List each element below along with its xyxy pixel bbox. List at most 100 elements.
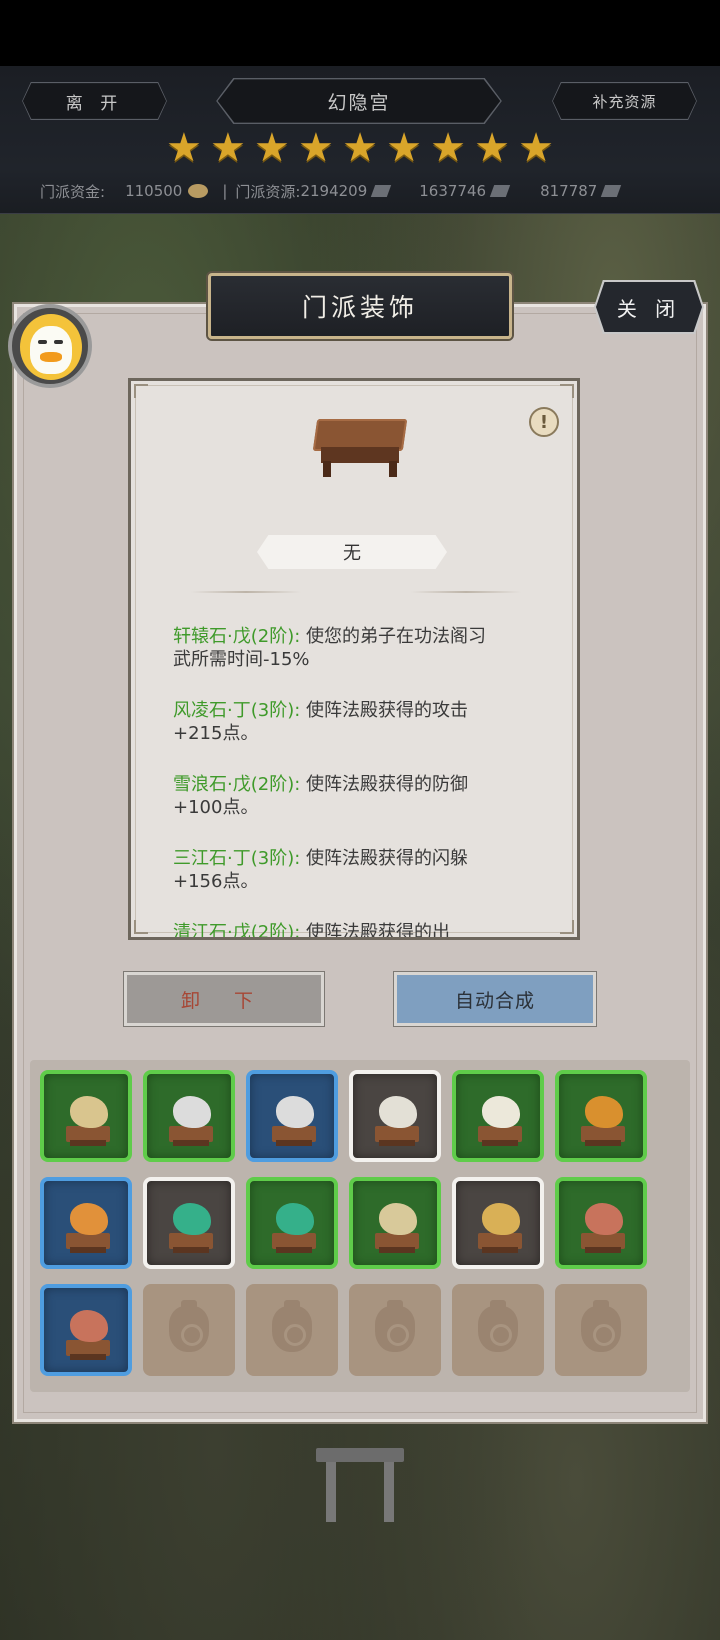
star-icon: ★ — [430, 125, 466, 171]
stone-slot[interactable] — [349, 1070, 441, 1162]
coin-icon — [188, 184, 209, 198]
stone-icon — [482, 1096, 520, 1128]
stand-icon — [375, 1233, 419, 1253]
stone-icon — [379, 1096, 417, 1128]
auto-synthesize-button[interactable]: 自动合成 — [393, 971, 597, 1027]
star-icon: ★ — [474, 125, 510, 171]
stone-icon — [173, 1203, 211, 1235]
effect-item: 三江石·丁(3阶): 使阵法殿获得的闪躲+156点。 — [173, 847, 503, 893]
resource-row: 门派资金: 110500 | 门派资源: 2194209 1637746 817… — [40, 178, 700, 204]
stone-slot[interactable] — [143, 1070, 235, 1162]
money-bag-icon — [272, 1300, 312, 1352]
stone-slot[interactable] — [40, 1177, 132, 1269]
effect-item: 清江石·戊(2阶): 使阵法殿获得的出 — [173, 921, 503, 940]
stone-icon — [482, 1203, 520, 1235]
stand-icon — [581, 1233, 625, 1253]
stone-inventory-grid — [30, 1060, 690, 1392]
corner-ornament — [560, 920, 574, 934]
stone-icon — [585, 1203, 623, 1235]
effect-list[interactable]: 轩辕石·戊(2阶): 使您的弟子在功法阁习武所需时间-15% 风凌石·丁(3阶):… — [173, 625, 503, 940]
sect-gate-building — [316, 1448, 404, 1528]
stone-icon — [585, 1096, 623, 1128]
stand-icon — [581, 1126, 625, 1146]
sword-icon — [489, 185, 511, 197]
empty-slot[interactable] — [246, 1284, 338, 1376]
funds-label: 门派资金: — [40, 182, 106, 201]
stone-icon — [173, 1096, 211, 1128]
ore-icon — [601, 185, 622, 197]
gate-post — [326, 1462, 336, 1522]
leave-button[interactable]: 离 开 — [22, 82, 167, 120]
star-icon: ★ — [166, 125, 202, 171]
funds-value: 110500 — [125, 182, 183, 200]
stand-icon — [272, 1126, 316, 1146]
stone-icon — [276, 1096, 314, 1128]
resources-value: 2194209 — [300, 182, 368, 200]
stone-slot[interactable] — [349, 1177, 441, 1269]
empty-slot[interactable] — [452, 1284, 544, 1376]
stone-slot[interactable] — [555, 1177, 647, 1269]
stone-slot[interactable] — [40, 1284, 132, 1376]
empty-slot[interactable] — [555, 1284, 647, 1376]
effect-name: 风凌石·丁(3阶): — [173, 700, 301, 721]
corner-ornament — [134, 920, 148, 934]
corner-ornament — [134, 384, 148, 398]
stand-icon — [66, 1233, 110, 1253]
stand-icon — [375, 1126, 419, 1146]
empty-slot[interactable] — [143, 1284, 235, 1376]
money-bag-icon — [375, 1300, 415, 1352]
stand-icon — [478, 1233, 522, 1253]
stone-slot[interactable] — [452, 1070, 544, 1162]
gate-post — [384, 1462, 394, 1522]
stone-slot[interactable] — [246, 1070, 338, 1162]
corner-ornament — [560, 384, 574, 398]
equipped-name: 无 — [257, 535, 447, 569]
effect-name: 雪浪石·戊(2阶): — [173, 774, 301, 795]
effect-item: 风凌石·丁(3阶): 使阵法殿获得的攻击+215点。 — [173, 699, 503, 745]
divider-right — [411, 591, 521, 593]
money-bag-icon — [169, 1300, 209, 1352]
effect-item: 轩辕石·戊(2阶): 使您的弟子在功法阁习武所需时间-15% — [173, 625, 503, 671]
stand-icon — [478, 1126, 522, 1146]
effect-desc: 使阵法殿获得的出 — [306, 922, 451, 940]
decoration-info-card[interactable]: ! 无 轩辕石·戊(2阶): 使您的弟子在功法阁习武所需时间-15% 风凌石·丁(… — [128, 378, 580, 940]
stone-icon — [379, 1203, 417, 1235]
money-bag-icon — [478, 1300, 518, 1352]
panel-title: 门派装饰 — [208, 273, 512, 339]
gate-roof — [316, 1448, 404, 1462]
stand-icon — [169, 1126, 213, 1146]
table-front — [321, 447, 399, 463]
resources-label: 门派资源: — [235, 182, 301, 201]
close-button[interactable]: 关 闭 — [596, 282, 702, 332]
empty-slot[interactable] — [349, 1284, 441, 1376]
duck-beak — [40, 352, 62, 362]
stone-slot[interactable] — [143, 1177, 235, 1269]
scroll-icon — [371, 185, 392, 197]
divider-left — [191, 591, 301, 593]
star-icon: ★ — [342, 125, 378, 171]
resource-3-value: 817787 — [540, 182, 598, 200]
avatar[interactable] — [8, 304, 92, 388]
effect-name: 轩辕石·戊(2阶): — [173, 626, 301, 647]
unload-button[interactable]: 卸 下 — [123, 971, 325, 1027]
stone-icon — [276, 1203, 314, 1235]
resource-2-value: 1637746 — [419, 182, 487, 200]
decoration-table-icon — [312, 411, 408, 481]
stone-slot[interactable] — [452, 1177, 544, 1269]
star-icon: ★ — [254, 125, 290, 171]
effect-item: 雪浪石·戊(2阶): 使阵法殿获得的防御+100点。 — [173, 773, 503, 819]
star-icon: ★ — [518, 125, 554, 171]
supply-resources-button[interactable]: 补充资源 — [552, 82, 697, 120]
info-icon[interactable]: ! — [529, 407, 559, 437]
duck-eye-left — [38, 340, 47, 344]
stone-slot[interactable] — [555, 1070, 647, 1162]
sect-name-plate: 幻隐宫 — [216, 78, 502, 124]
stone-slot[interactable] — [40, 1070, 132, 1162]
money-bag-icon — [581, 1300, 621, 1352]
stand-icon — [169, 1233, 213, 1253]
effect-name: 三江石·丁(3阶): — [173, 848, 301, 869]
duck-icon — [30, 326, 72, 374]
stand-icon — [66, 1340, 110, 1360]
star-icon: ★ — [298, 125, 334, 171]
stone-slot[interactable] — [246, 1177, 338, 1269]
